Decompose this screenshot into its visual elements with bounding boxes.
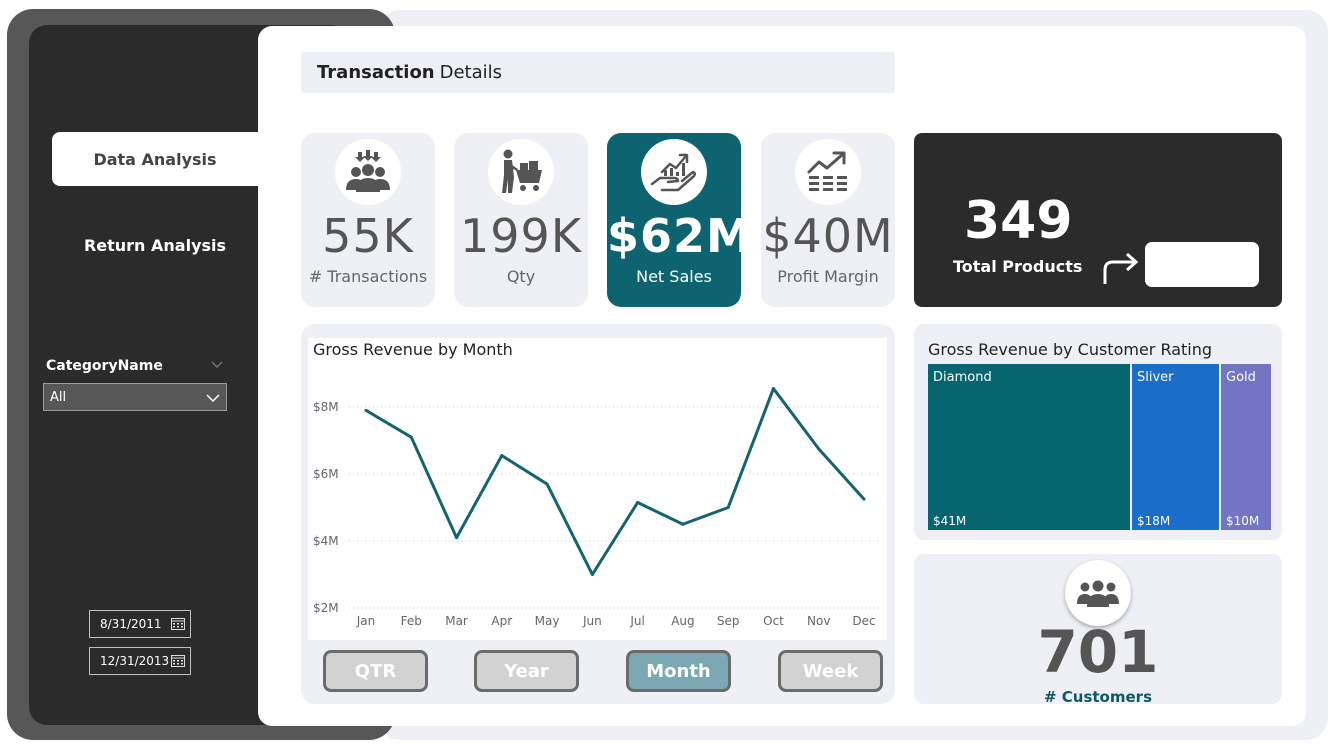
- x-tick-label: Jul: [629, 614, 644, 628]
- tile-name: Diamond: [933, 370, 992, 385]
- icon-circle: [641, 139, 707, 205]
- granularity-button-qtr[interactable]: QTR: [323, 650, 428, 692]
- data-point[interactable]: [636, 500, 640, 504]
- data-point[interactable]: [364, 408, 368, 412]
- data-point[interactable]: [590, 573, 594, 576]
- trend-up-chart-icon: [807, 151, 847, 191]
- x-tick-label: Jun: [582, 614, 602, 628]
- kpi-card-net-sales: $62M Net Sales: [607, 133, 753, 307]
- tile-name: Sliver: [1137, 370, 1174, 385]
- customers-label: # Customers: [1043, 688, 1152, 706]
- data-point[interactable]: [409, 435, 413, 439]
- tile-value: $10M: [1226, 514, 1260, 528]
- end-date-value: 12/31/2013: [100, 654, 170, 668]
- data-point[interactable]: [681, 522, 685, 526]
- chevron-down-icon[interactable]: [210, 358, 224, 372]
- data-point[interactable]: [771, 387, 775, 391]
- data-point[interactable]: [545, 482, 549, 486]
- nav-tab-return-analysis[interactable]: Return Analysis: [52, 220, 258, 270]
- calendar-icon[interactable]: [171, 617, 185, 630]
- page-title-bold: Transaction: [317, 62, 435, 83]
- treemap-tile-diamond[interactable]: Diamond $41M: [928, 364, 1130, 530]
- shopping-cart-person-icon: [502, 149, 542, 193]
- data-point[interactable]: [455, 536, 459, 540]
- granularity-button-year[interactable]: Year: [474, 650, 579, 692]
- treemap-tile-sliver[interactable]: Sliver $18M: [1132, 364, 1219, 530]
- x-tick-label: Dec: [852, 614, 875, 628]
- icon-circle: [795, 139, 861, 205]
- kpi-card-transactions: 55K # Transactions: [301, 133, 435, 307]
- category-select-value: All: [50, 389, 67, 405]
- category-select[interactable]: All: [43, 383, 227, 411]
- x-tick-label: Feb: [401, 614, 422, 628]
- x-tick-label: Nov: [807, 614, 830, 628]
- gross-revenue-line-chart: $2M $4M $6M $8M Jan Feb Mar Apr May Jun Jul Aug Sep O…: [313, 387, 881, 628]
- y-tick-label: $8M: [313, 400, 339, 414]
- granularity-button-week[interactable]: Week: [778, 650, 883, 692]
- treemap-title: Gross Revenue by Customer Rating: [928, 340, 1213, 359]
- y-tick-label: $4M: [313, 534, 339, 548]
- nav-tab-data-analysis[interactable]: Data Analysis: [52, 132, 258, 186]
- people-collection-icon: [346, 150, 390, 192]
- chevron-down-icon: [206, 394, 220, 403]
- kpi-card-profit-margin: $40M Profit Margin: [761, 133, 895, 307]
- people-group-icon: [1077, 580, 1119, 607]
- icon-circle: [1065, 560, 1131, 626]
- page-title: Transaction Details: [301, 52, 895, 93]
- kpi-label: # Transactions: [308, 267, 428, 286]
- kpi-label: Profit Margin: [777, 267, 879, 286]
- data-point[interactable]: [500, 454, 504, 458]
- kpi-value: 199K: [460, 209, 582, 263]
- x-tick-label: Aug: [671, 614, 694, 628]
- kpi-label: Net Sales: [636, 267, 712, 286]
- y-tick-label: $6M: [313, 467, 339, 481]
- x-tick-label: May: [535, 614, 560, 628]
- kpi-value: 55K: [322, 209, 414, 263]
- dashboard-root: Data Analysis Return Analysis CategoryNa…: [0, 0, 1343, 746]
- start-date-input[interactable]: 8/31/2011: [89, 610, 191, 638]
- total-products-value: 349: [964, 191, 1073, 251]
- kpi-value: $62M: [607, 209, 753, 263]
- tile-value: $18M: [1137, 514, 1171, 528]
- start-date-value: 8/31/2011: [100, 617, 162, 631]
- icon-circle: [488, 139, 554, 205]
- return-arrow-icon[interactable]: [1099, 248, 1143, 288]
- x-tick-label: Oct: [763, 614, 784, 628]
- x-tick-label: Jan: [356, 614, 376, 628]
- icon-circle: [335, 139, 401, 205]
- end-date-input[interactable]: 12/31/2013: [89, 647, 191, 675]
- customers-value: 701: [1037, 618, 1159, 686]
- kpi-card-qty: 199K Qty: [454, 133, 588, 307]
- hand-growth-chart-icon: [650, 153, 697, 192]
- x-tick-label: Apr: [491, 614, 512, 628]
- total-products-card: 349 Total Products: [914, 133, 1282, 307]
- x-tick-label: Mar: [445, 614, 468, 628]
- data-point[interactable]: [726, 506, 730, 509]
- x-tick-label: Sep: [717, 614, 740, 628]
- tile-name: Gold: [1226, 370, 1256, 385]
- kpi-value: $40M: [762, 209, 894, 263]
- y-tick-label: $2M: [313, 601, 339, 615]
- data-point[interactable]: [862, 497, 866, 501]
- treemap-tile-gold[interactable]: Gold $10M: [1221, 364, 1271, 530]
- category-filter-label: CategoryName: [46, 358, 163, 374]
- granularity-button-month[interactable]: Month: [626, 650, 731, 692]
- revenue-series-line: [365, 387, 866, 576]
- navigation-button[interactable]: [1145, 242, 1259, 287]
- data-point[interactable]: [817, 447, 821, 451]
- total-products-label: Total Products: [953, 257, 1083, 276]
- page-title-rest: Details: [439, 62, 503, 83]
- tile-value: $41M: [933, 514, 967, 528]
- kpi-label: Qty: [506, 267, 536, 286]
- calendar-icon[interactable]: [171, 654, 185, 667]
